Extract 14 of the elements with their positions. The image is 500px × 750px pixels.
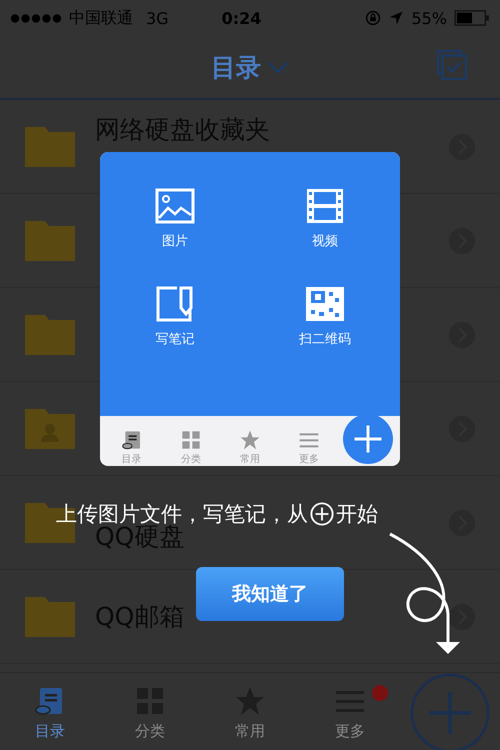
guide-text: 开始 [336, 501, 378, 528]
action-label: 写笔记 [156, 331, 194, 348]
action-label: 图片 [162, 233, 188, 250]
preview-tab-label: 目录 [122, 453, 142, 466]
guide-text: 上传图片文件，写笔记，从 [56, 501, 308, 526]
preview-tab-label: 常用 [240, 452, 260, 466]
tab-label: 目录 [35, 722, 65, 740]
action-label: 扫二维码 [299, 331, 351, 348]
preview-tab-label: 更多 [299, 453, 320, 466]
action-label: 视频 [312, 233, 338, 250]
tab-label: 常用 [235, 722, 265, 740]
tab-label: 分类 [135, 722, 165, 740]
preview-tab-label: 分类 [180, 452, 201, 466]
tab-label: 更多 [335, 722, 365, 740]
